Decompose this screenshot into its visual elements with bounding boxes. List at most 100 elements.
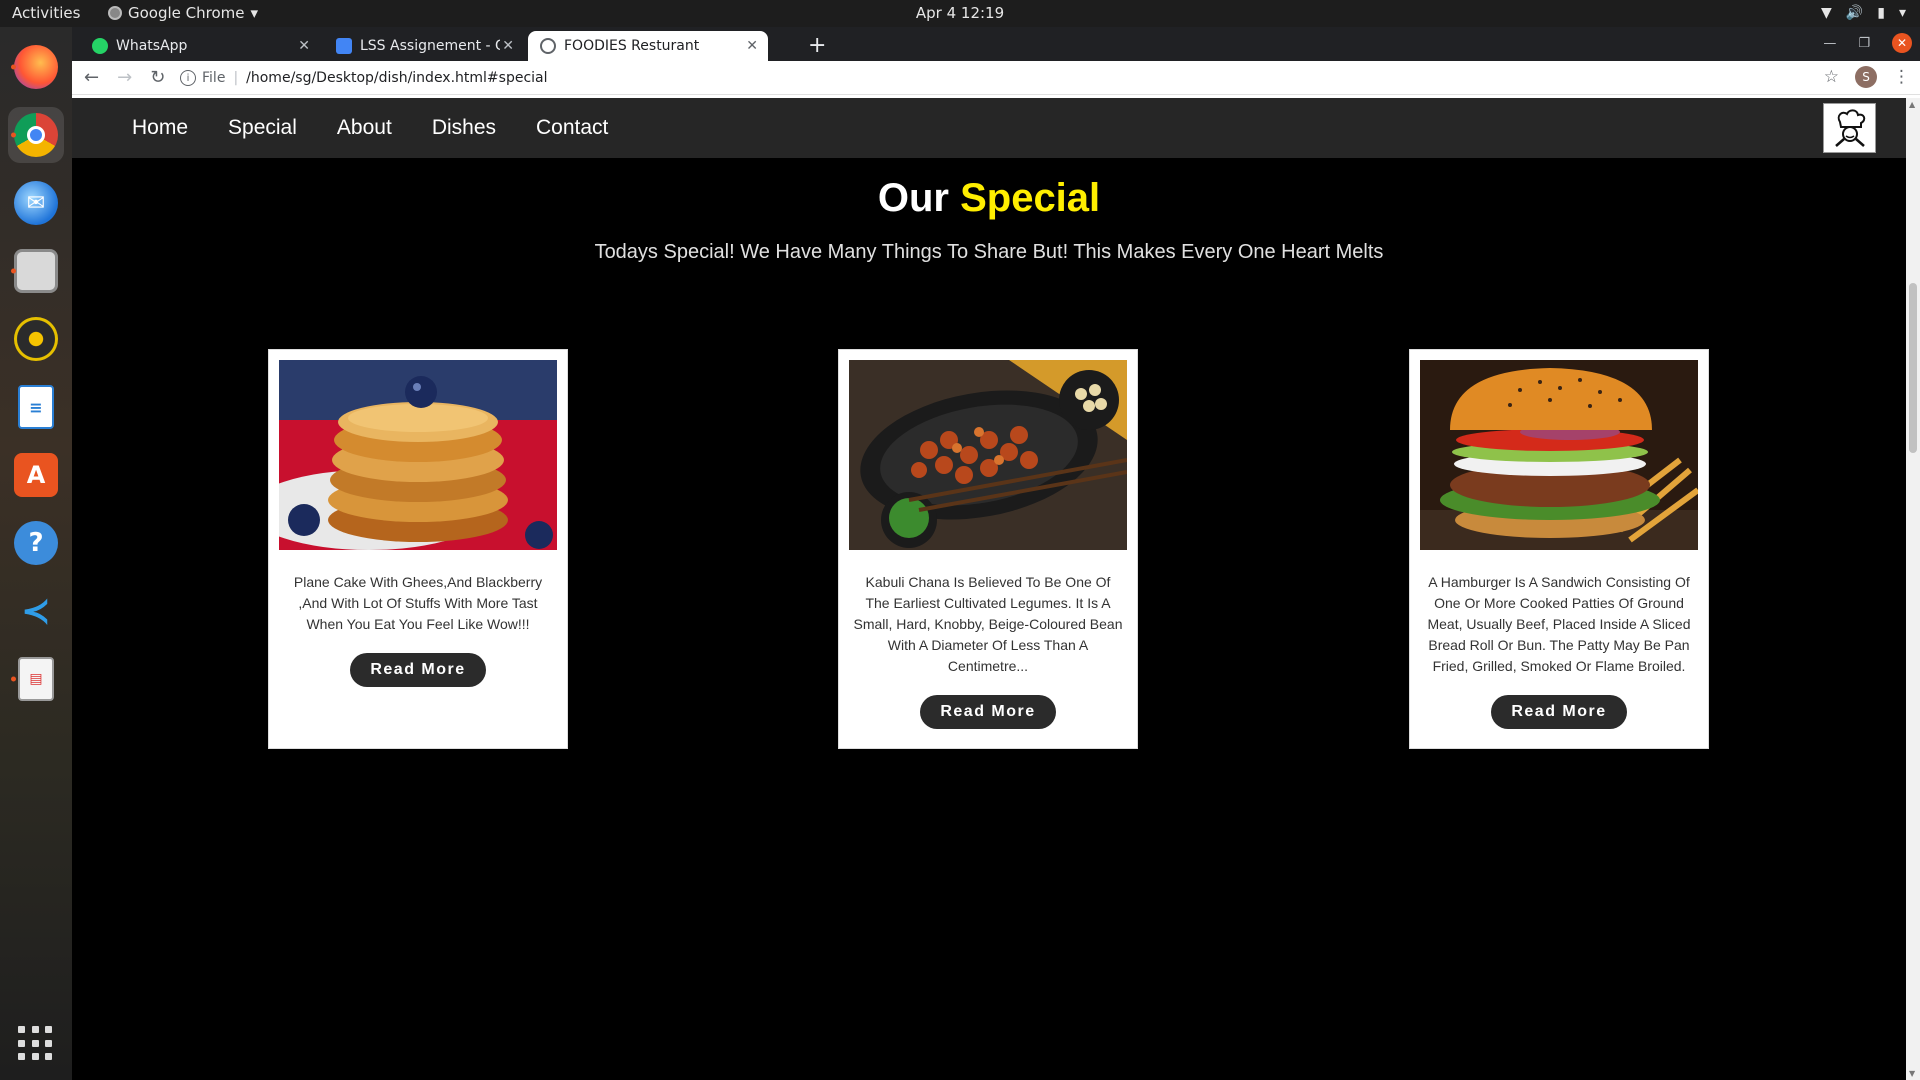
wifi-icon: ▼ <box>1821 5 1832 21</box>
dock-thunderbird[interactable]: ✉ <box>8 175 64 231</box>
volume-icon: 🔊 <box>1845 5 1864 21</box>
vscode-icon: ≺ <box>20 590 52 632</box>
running-indicator <box>11 64 16 70</box>
close-icon[interactable]: ✕ <box>502 38 514 54</box>
info-icon[interactable]: i <box>180 70 196 86</box>
system-top-bar: Activities Google Chrome ▾ Apr 4 12:19 ▼… <box>0 0 1920 27</box>
chrome-icon <box>14 113 58 157</box>
menu-kebab-icon[interactable]: ⋮ <box>1893 67 1910 87</box>
page-viewport: Home Special About Dishes Contact Our Sp… <box>72 98 1920 1080</box>
browser-toolbar: ← → ↻ i File | /home/sg/Desktop/dish/ind… <box>72 61 1920 95</box>
clock[interactable]: Apr 4 12:19 <box>916 4 1004 22</box>
activities-button[interactable]: Activities <box>12 4 80 22</box>
back-button[interactable]: ← <box>84 67 99 88</box>
rhythmbox-icon <box>14 317 58 361</box>
read-more-button[interactable]: Read More <box>350 653 486 687</box>
tab-title: WhatsApp <box>116 38 188 54</box>
dock-firefox[interactable] <box>8 39 64 95</box>
special-card-pancakes: Plane Cake With Ghees,And Blackberry ,An… <box>268 349 568 749</box>
heading-highlight: Special <box>960 176 1101 220</box>
section-subheading: Todays Special! We Have Many Things To S… <box>594 241 1384 263</box>
site-nav-links: Home Special About Dishes Contact <box>112 116 628 140</box>
scroll-up-icon[interactable]: ▲ <box>1909 100 1915 109</box>
reload-button[interactable]: ↻ <box>150 67 165 88</box>
forward-button[interactable]: → <box>117 67 132 88</box>
writer-icon: ≡ <box>18 385 54 429</box>
tab-foodies[interactable]: FOODIES Resturant ✕ <box>528 31 768 61</box>
firefox-icon <box>14 45 58 89</box>
tab-whatsapp[interactable]: WhatsApp ✕ <box>80 31 320 61</box>
card-description: Plane Cake With Ghees,And Blackberry ,An… <box>293 574 543 632</box>
globe-icon <box>540 38 556 54</box>
dock-software[interactable]: A <box>8 447 64 503</box>
browser-window: WhatsApp ✕ LSS Assignement - Googl ✕ FOO… <box>72 27 1920 1080</box>
software-icon: A <box>14 453 58 497</box>
page-scrollbar[interactable]: ▲ ▼ <box>1906 98 1920 1080</box>
caret-down-icon: ▾ <box>250 4 259 22</box>
battery-icon: ▮ <box>1877 5 1885 21</box>
show-applications-button[interactable] <box>18 1026 54 1062</box>
close-window-button[interactable]: ✕ <box>1892 33 1912 53</box>
chrome-mini-icon <box>108 6 122 20</box>
files-icon <box>14 249 58 293</box>
url-text[interactable]: /home/sg/Desktop/dish/index.html#special <box>246 70 547 86</box>
tab-title: LSS Assignement - Googl <box>360 38 500 54</box>
card-description: Kabuli Chana Is Believed To Be One Of Th… <box>853 574 1123 674</box>
window-controls: — ❐ ✕ <box>1823 33 1912 53</box>
whatsapp-icon <box>92 38 108 54</box>
tab-strip: WhatsApp ✕ LSS Assignement - Googl ✕ FOO… <box>72 27 1920 61</box>
thunderbird-icon: ✉ <box>14 181 58 225</box>
close-icon[interactable]: ✕ <box>746 38 758 54</box>
dock-document-viewer[interactable]: ▤ <box>8 651 64 707</box>
restore-button[interactable]: ❐ <box>1858 36 1870 51</box>
chef-hat-icon <box>1834 109 1865 147</box>
document-viewer-icon: ▤ <box>18 657 54 701</box>
minimize-button[interactable]: — <box>1823 36 1836 51</box>
nav-link-dishes[interactable]: Dishes <box>412 116 516 140</box>
dock-vscode[interactable]: ≺ <box>8 583 64 639</box>
url-scheme: File <box>202 70 226 86</box>
nav-link-home[interactable]: Home <box>112 116 208 140</box>
close-icon[interactable]: ✕ <box>298 38 310 54</box>
card-description: A Hamburger Is A Sandwich Consisting Of … <box>1427 574 1691 674</box>
scrollbar-thumb[interactable] <box>1909 283 1917 453</box>
profile-avatar[interactable]: S <box>1855 66 1877 88</box>
app-menu[interactable]: Google Chrome ▾ <box>108 4 258 22</box>
new-tab-button[interactable]: + <box>808 33 826 58</box>
chef-logo[interactable] <box>1823 103 1876 153</box>
tab-title: FOODIES Resturant <box>564 38 700 54</box>
pancakes-photo <box>279 360 557 550</box>
toolbar-actions: ☆ S ⋮ <box>1824 66 1910 88</box>
dock-files[interactable] <box>8 243 64 299</box>
dock-help[interactable]: ? <box>8 515 64 571</box>
hamburger-photo <box>1420 360 1698 550</box>
url-separator: | <box>233 70 239 86</box>
scroll-down-icon[interactable]: ▼ <box>1909 1069 1915 1078</box>
special-card-kabuli-chana: Kabuli Chana Is Believed To Be One Of Th… <box>838 349 1138 749</box>
dock-chrome[interactable] <box>8 107 64 163</box>
tab-lss-assignment[interactable]: LSS Assignement - Googl ✕ <box>324 31 524 61</box>
system-tray[interactable]: ▼ 🔊 ▮ ▾ <box>1821 5 1906 21</box>
chevron-down-icon: ▾ <box>1898 5 1906 21</box>
running-indicator <box>11 268 16 274</box>
site-navbar: Home Special About Dishes Contact <box>72 98 1906 158</box>
section-heading: Our Special <box>72 176 1906 221</box>
app-menu-label: Google Chrome <box>128 4 245 22</box>
kabuli-chana-photo <box>849 360 1127 550</box>
nav-link-special[interactable]: Special <box>208 116 317 140</box>
read-more-button[interactable]: Read More <box>1491 695 1627 729</box>
help-icon: ? <box>14 521 58 565</box>
dock-rhythmbox[interactable] <box>8 311 64 367</box>
read-more-button[interactable]: Read More <box>920 695 1056 729</box>
special-card-hamburger: A Hamburger Is A Sandwich Consisting Of … <box>1409 349 1709 749</box>
google-docs-icon <box>336 38 352 54</box>
heading-prefix: Our <box>877 176 949 220</box>
running-indicator <box>11 676 16 682</box>
bookmark-star-icon[interactable]: ☆ <box>1824 67 1839 87</box>
dock-writer[interactable]: ≡ <box>8 379 64 435</box>
running-indicator <box>11 132 16 138</box>
address-bar[interactable]: i File | /home/sg/Desktop/dish/index.htm… <box>180 64 1880 92</box>
nav-link-contact[interactable]: Contact <box>516 116 628 140</box>
nav-link-about[interactable]: About <box>317 116 412 140</box>
nav-buttons: ← → ↻ <box>84 67 165 88</box>
